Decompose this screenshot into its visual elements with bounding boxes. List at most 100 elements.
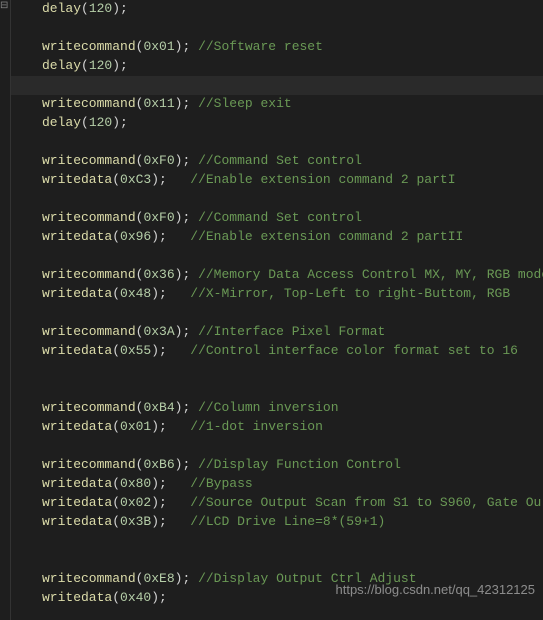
function-call: writecommand: [42, 324, 136, 339]
paren: (: [112, 495, 120, 510]
paren: (: [81, 115, 89, 130]
argument: 0xB4: [143, 400, 174, 415]
code-line[interactable]: writecommand(0xF0); //Command Set contro…: [10, 209, 543, 228]
argument: 0xF0: [143, 210, 174, 225]
function-call: writedata: [42, 286, 112, 301]
argument: 0xE8: [143, 571, 174, 586]
code-line[interactable]: writedata(0x02); //Source Output Scan fr…: [10, 494, 543, 513]
code-line[interactable]: [10, 532, 543, 551]
argument: 0x96: [120, 229, 151, 244]
function-call: delay: [42, 115, 81, 130]
argument: 0x01: [120, 419, 151, 434]
code-line[interactable]: delay(120);: [10, 0, 543, 19]
paren: );: [175, 210, 191, 225]
code-line[interactable]: writecommand(0xB4); //Column inversion: [10, 399, 543, 418]
paren: (: [112, 286, 120, 301]
paren: (: [112, 590, 120, 605]
code-line[interactable]: writecommand(0x01); //Software reset: [10, 38, 543, 57]
paren: );: [175, 153, 191, 168]
paren: );: [151, 495, 167, 510]
code-line[interactable]: [10, 380, 543, 399]
comment: //Bypass: [190, 476, 252, 491]
code-line[interactable]: [10, 190, 543, 209]
function-call: writecommand: [42, 39, 136, 54]
paren: (: [112, 476, 120, 491]
code-line[interactable]: [8, 76, 543, 95]
paren: );: [151, 286, 167, 301]
code-line[interactable]: writedata(0x55); //Control interface col…: [10, 342, 543, 361]
code-line[interactable]: writecommand(0xE8); //Display Output Ctr…: [10, 570, 543, 589]
code-line[interactable]: [10, 361, 543, 380]
code-line[interactable]: writedata(0x3B); //LCD Drive Line=8*(59+…: [10, 513, 543, 532]
comment: //Display Output Ctrl Adjust: [198, 571, 416, 586]
paren: );: [175, 324, 191, 339]
argument: 0xC3: [120, 172, 151, 187]
code-line[interactable]: [10, 133, 543, 152]
function-call: delay: [42, 58, 81, 73]
code-line[interactable]: writedata(0xC3); //Enable extension comm…: [10, 171, 543, 190]
code-line[interactable]: writedata(0x96); //Enable extension comm…: [10, 228, 543, 247]
paren: );: [151, 476, 167, 491]
collapse-icon[interactable]: ⊟: [0, 0, 8, 15]
paren: );: [151, 590, 167, 605]
paren: );: [112, 1, 128, 16]
function-call: writecommand: [42, 571, 136, 586]
code-line[interactable]: delay(120);: [10, 57, 543, 76]
comment: //Column inversion: [198, 400, 338, 415]
comment: //Enable extension command 2 partII: [190, 229, 463, 244]
argument: 120: [89, 1, 112, 16]
function-call: writedata: [42, 476, 112, 491]
paren: );: [175, 39, 191, 54]
code-line[interactable]: [10, 247, 543, 266]
function-call: writedata: [42, 343, 112, 358]
paren: (: [81, 58, 89, 73]
code-line[interactable]: [10, 551, 543, 570]
comment: //Command Set control: [198, 210, 362, 225]
argument: 120: [89, 115, 112, 130]
paren: (: [112, 172, 120, 187]
argument: 0x01: [143, 39, 174, 54]
argument: 0x80: [120, 476, 151, 491]
argument: 0xB6: [143, 457, 174, 472]
code-line[interactable]: writedata(0x01); //1-dot inversion: [10, 418, 543, 437]
code-line[interactable]: [10, 19, 543, 38]
code-line[interactable]: [10, 304, 543, 323]
function-call: writecommand: [42, 96, 136, 111]
argument: 0xF0: [143, 153, 174, 168]
function-call: writecommand: [42, 153, 136, 168]
function-call: writecommand: [42, 267, 136, 282]
paren: );: [112, 58, 128, 73]
code-line[interactable]: writecommand(0xF0); //Command Set contro…: [10, 152, 543, 171]
paren: );: [151, 172, 167, 187]
argument: 0x3A: [143, 324, 174, 339]
argument: 0x3B: [120, 514, 151, 529]
code-line[interactable]: writedata(0x40);: [10, 589, 543, 608]
editor-gutter: ⊟: [0, 0, 11, 620]
argument: 0x36: [143, 267, 174, 282]
code-line[interactable]: writedata(0x80); //Bypass: [10, 475, 543, 494]
argument: 120: [89, 58, 112, 73]
function-call: writedata: [42, 229, 112, 244]
comment: //Control interface color format set to …: [190, 343, 518, 358]
comment: //Command Set control: [198, 153, 362, 168]
code-area[interactable]: delay(120); writecommand(0x01); //Softwa…: [0, 0, 543, 608]
comment: //Memory Data Access Control MX, MY, RGB…: [198, 267, 543, 282]
comment: //Software reset: [198, 39, 323, 54]
paren: );: [175, 96, 191, 111]
code-line[interactable]: writecommand(0x11); //Sleep exit: [10, 95, 543, 114]
code-line[interactable]: writecommand(0x3A); //Interface Pixel Fo…: [10, 323, 543, 342]
comment: //1-dot inversion: [190, 419, 323, 434]
function-call: delay: [42, 1, 81, 16]
paren: (: [112, 229, 120, 244]
comment: //Source Output Scan from S1 to S960, Ga…: [190, 495, 541, 510]
code-line[interactable]: writecommand(0xB6); //Display Function C…: [10, 456, 543, 475]
argument: 0x48: [120, 286, 151, 301]
code-line[interactable]: delay(120);: [10, 114, 543, 133]
function-call: writedata: [42, 419, 112, 434]
code-line[interactable]: writecommand(0x36); //Memory Data Access…: [10, 266, 543, 285]
code-line[interactable]: [10, 437, 543, 456]
comment: //LCD Drive Line=8*(59+1): [190, 514, 385, 529]
comment: //Enable extension command 2 partI: [190, 172, 455, 187]
code-line[interactable]: writedata(0x48); //X-Mirror, Top-Left to…: [10, 285, 543, 304]
paren: (: [112, 419, 120, 434]
